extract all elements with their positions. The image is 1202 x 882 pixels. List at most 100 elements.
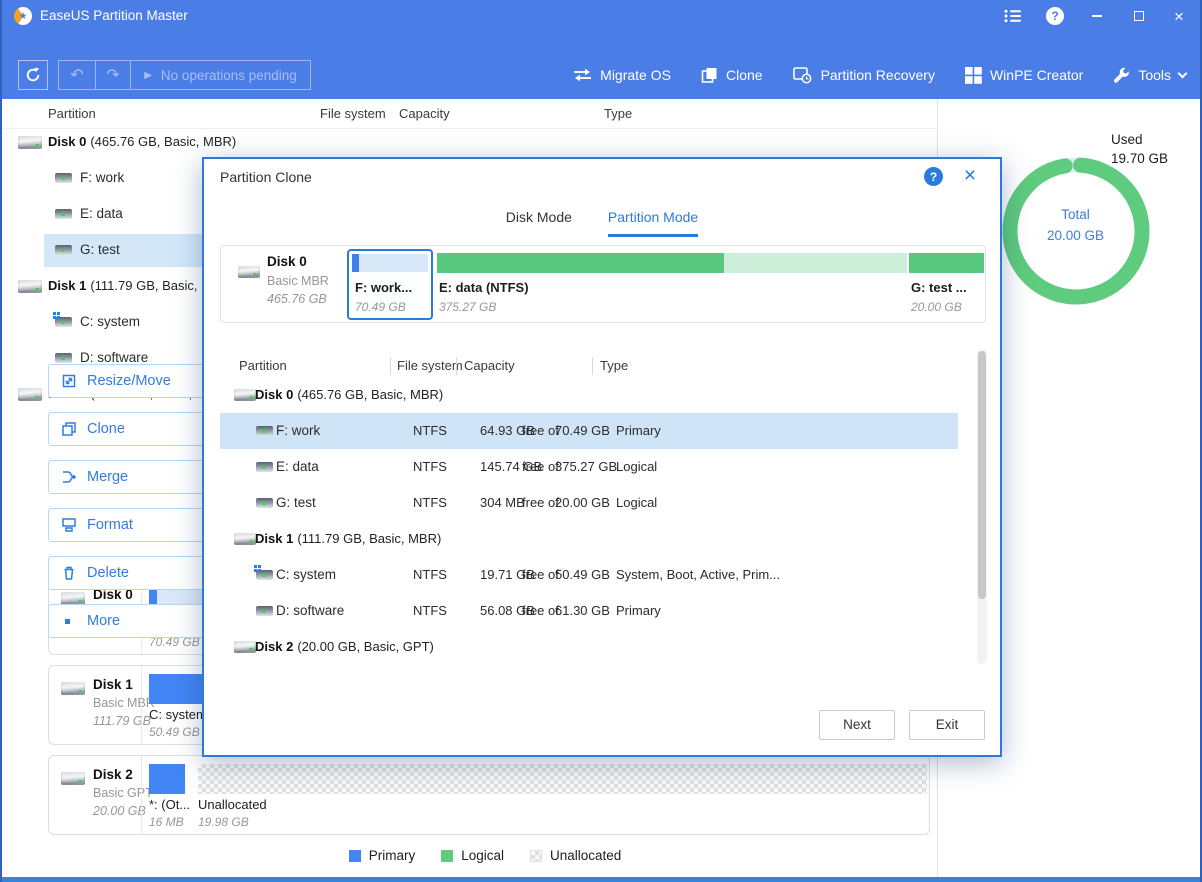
dialog-help-button[interactable]: ? xyxy=(924,167,943,186)
maximize-button[interactable] xyxy=(1118,0,1160,32)
more-button[interactable]: More › xyxy=(48,604,226,638)
disk-icon xyxy=(234,389,256,401)
merge-label: Merge xyxy=(87,469,128,485)
menu-list-icon[interactable] xyxy=(992,0,1034,32)
strip-segment-e[interactable]: E: data (NTFS) 375.27 GB xyxy=(437,253,907,317)
file-system-value: NTFS xyxy=(413,449,447,485)
merge-icon xyxy=(61,469,77,485)
e-bar xyxy=(437,253,907,273)
easeus-logo-icon: ★ xyxy=(14,7,32,25)
scrollbar-thumb[interactable] xyxy=(978,351,986,599)
help-button[interactable]: ? xyxy=(1034,0,1076,32)
card-segment-size: 19.98 GB xyxy=(198,815,249,829)
format-label: Format xyxy=(87,517,133,533)
disk0-name: Disk 0 xyxy=(48,134,86,149)
column-file-system: File system xyxy=(397,352,463,380)
close-icon: × xyxy=(1174,8,1184,25)
dialog-row-disk1[interactable]: Disk 1(111.79 GB, Basic, MBR) xyxy=(220,521,958,557)
disk-icon xyxy=(61,682,85,695)
clone-button[interactable]: Clone xyxy=(701,67,763,83)
dialog-row-e-data[interactable]: E: data NTFS 145.74 GB free of 375.27 GB… xyxy=(220,449,958,485)
minimize-button[interactable] xyxy=(1076,0,1118,32)
disk-icon xyxy=(18,136,42,149)
free-space-value: 304 MB xyxy=(480,485,525,521)
strip-segment-g[interactable]: G: test ... 20.00 GB xyxy=(909,253,984,317)
delete-button[interactable]: Delete xyxy=(48,556,226,590)
f-work-label: F: work xyxy=(80,170,124,185)
dialog-row-f-work-selected[interactable]: F: work NTFS 64.93 GB free of 70.49 GB P… xyxy=(220,413,958,449)
star-segment[interactable] xyxy=(149,764,185,794)
c-system-label: C: system xyxy=(276,557,336,593)
system-partition-icon xyxy=(256,570,273,580)
dialog-row-d-software[interactable]: D: software NTFS 56.08 GB free of 61.30 … xyxy=(220,593,958,629)
clone-label: Clone xyxy=(87,421,125,437)
free-of-label: free of xyxy=(522,449,559,485)
free-space-bar xyxy=(724,253,907,273)
disk0-detail: (465.76 GB, Basic, MBR) xyxy=(297,387,443,402)
tree-row-disk0[interactable]: Disk 0(465.76 GB, Basic, MBR) xyxy=(0,124,937,160)
partition-icon xyxy=(55,353,72,363)
partition-recovery-button[interactable]: Partition Recovery xyxy=(793,67,935,84)
next-button[interactable]: Next xyxy=(819,710,895,740)
dialog-row-g-test[interactable]: G: test NTFS 304 MB free of 20.00 GB Log… xyxy=(220,485,958,521)
strip-segment-f-selected[interactable]: F: work... 70.49 GB xyxy=(347,249,433,320)
close-button[interactable]: × xyxy=(1158,0,1200,32)
total-label: Total xyxy=(1018,204,1133,225)
partition-icon xyxy=(55,209,72,219)
disk2-card[interactable]: Disk 2 Basic GPT 20.00 GB *: (Ot... 16 M… xyxy=(48,755,930,835)
tab-disk-mode[interactable]: Disk Mode xyxy=(506,209,572,237)
tools-wrench-icon xyxy=(1113,67,1130,84)
e-data-label: E: data xyxy=(80,206,123,221)
redo-button[interactable]: ↷ xyxy=(96,61,130,89)
undo-button[interactable]: ↶ xyxy=(59,61,95,89)
total-space-value: 375.27 GB xyxy=(555,449,617,485)
tab-partition-mode[interactable]: Partition Mode xyxy=(608,209,698,237)
winpe-creator-button[interactable]: WinPE Creator xyxy=(965,67,1083,84)
type-value: System, Boot, Active, Prim... xyxy=(616,557,780,593)
exit-button[interactable]: Exit xyxy=(909,710,985,740)
refresh-button[interactable] xyxy=(18,60,48,90)
migrate-os-button[interactable]: Migrate OS xyxy=(573,67,671,83)
dialog-title: Partition Clone xyxy=(220,169,312,185)
partition-icon xyxy=(256,462,273,472)
dialog-row-disk0[interactable]: Disk 0(465.76 GB, Basic, MBR) xyxy=(220,377,958,413)
card-disk1-size: 111.79 GB xyxy=(93,714,151,728)
dialog-tabs: Disk Mode Partition Mode xyxy=(204,209,1000,237)
windows-badge-icon xyxy=(254,565,257,568)
delete-label: Delete xyxy=(87,565,129,581)
dialog-row-disk2[interactable]: Disk 2(20.00 GB, Basic, GPT) xyxy=(220,629,958,665)
card-disk2-size: 20.00 GB xyxy=(93,804,146,818)
clone-icon xyxy=(701,67,718,83)
maximize-icon xyxy=(1134,11,1144,21)
legend-unallocated-label: Unallocated xyxy=(550,848,621,863)
strip-f-label: F: work... xyxy=(355,280,412,295)
dialog-scrollbar[interactable] xyxy=(977,349,987,664)
d-software-label: D: software xyxy=(80,350,148,365)
side-clone-button[interactable]: Clone xyxy=(48,412,226,446)
unallocated-segment[interactable] xyxy=(198,764,927,794)
chevron-down-icon xyxy=(1178,68,1188,78)
legend-primary-label: Primary xyxy=(369,848,416,863)
dialog-row-c-system[interactable]: C: system NTFS 19.71 GB free of 50.49 GB… xyxy=(220,557,958,593)
close-icon: × xyxy=(964,164,976,188)
total-space-value: 70.49 GB xyxy=(555,413,610,449)
strip-e-size: 375.27 GB xyxy=(439,300,496,314)
resize-move-button[interactable]: Resize/Move xyxy=(48,364,226,398)
tools-button[interactable]: Tools xyxy=(1113,67,1186,84)
execute-operations-button[interactable]: ▶ No operations pending xyxy=(131,61,310,89)
strip-f-size: 70.49 GB xyxy=(355,300,406,314)
dialog-close-button[interactable]: × xyxy=(956,162,984,190)
merge-button[interactable]: Merge xyxy=(48,460,226,494)
total-space-value: 61.30 GB xyxy=(555,593,610,629)
free-of-label: free of xyxy=(522,557,559,593)
disk-icon xyxy=(18,388,42,401)
divider xyxy=(141,666,142,744)
logical-color-swatch xyxy=(441,850,453,862)
disk1-detail: (111.79 GB, Basic, MBR) xyxy=(297,531,441,546)
type-value: Primary xyxy=(616,593,661,629)
unallocated-color-swatch xyxy=(530,850,542,862)
partition-clone-dialog: Partition Clone ? × Disk Mode Partition … xyxy=(202,157,1002,757)
format-button[interactable]: Format xyxy=(48,508,226,542)
clone-icon xyxy=(61,421,77,437)
system-partition-icon xyxy=(55,317,72,327)
